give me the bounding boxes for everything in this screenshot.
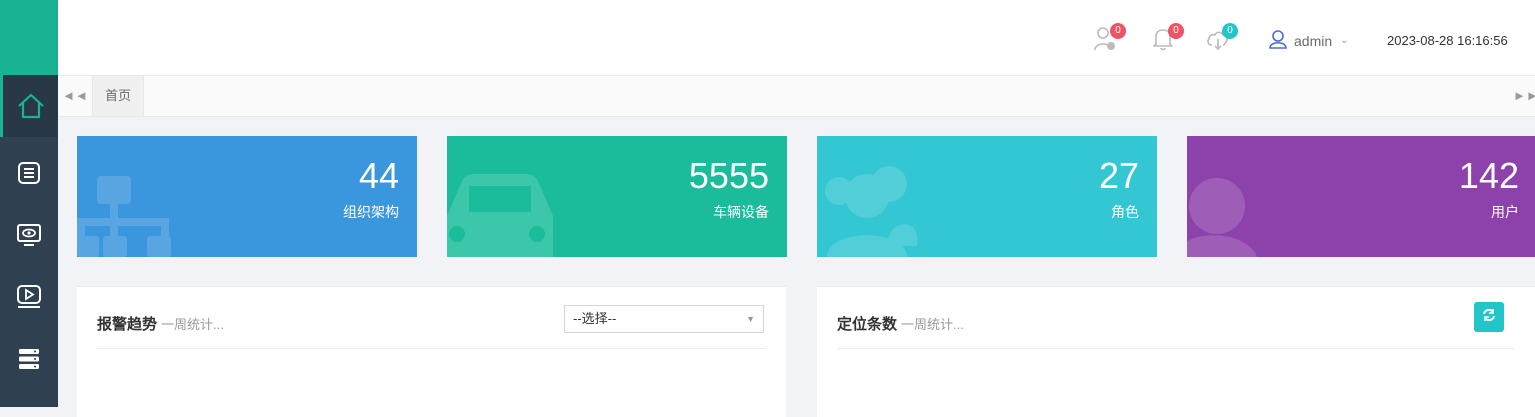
panel-subtitle: 一周统计... <box>901 317 964 332</box>
stat-label: 用户 <box>1491 204 1519 220</box>
cloud-download-icon <box>1205 31 1231 56</box>
cloud-badge: 0 <box>1222 23 1238 39</box>
bell-notification-button[interactable]: 0 <box>1151 23 1184 52</box>
stat-card-vehicle[interactable]: 5555 车辆设备 <box>447 136 787 257</box>
user-icon <box>1268 29 1288 52</box>
monitor-eye-icon <box>16 222 42 248</box>
stat-label: 车辆设备 <box>713 204 769 220</box>
logo <box>0 0 58 75</box>
panel-title-text: 定位条数 <box>837 316 898 333</box>
panel-title: 报警趋势 一周统计... <box>97 313 224 334</box>
alarm-notification-button[interactable]: 0 <box>1093 23 1126 52</box>
home-icon <box>16 91 46 121</box>
stat-value: 27 <box>1098 155 1139 196</box>
location-count-panel: 定位条数 一周统计... <box>817 286 1535 417</box>
cloud-download-button[interactable]: 0 <box>1205 23 1238 52</box>
tab-bar: ◄◄ 首页 ►► <box>58 76 1535 117</box>
refresh-button[interactable] <box>1474 302 1504 332</box>
stat-card-role[interactable]: 27 角色 <box>817 136 1157 257</box>
alarm-user-icon <box>1093 27 1117 56</box>
stat-label: 角色 <box>1111 204 1139 220</box>
server-icon <box>16 346 42 372</box>
alarm-badge: 0 <box>1110 23 1126 39</box>
chevron-down-icon: ⌄ <box>1340 35 1349 46</box>
user-menu[interactable]: admin ⌄ <box>1268 29 1349 52</box>
divider <box>837 348 1515 349</box>
sidebar-item-list[interactable] <box>0 142 58 204</box>
stat-card-org[interactable]: 44 组织架构 <box>77 136 417 257</box>
stat-card-user[interactable]: 142 用户 <box>1187 136 1535 257</box>
panel-title-text: 报警趋势 <box>97 316 158 333</box>
bell-badge: 0 <box>1168 23 1184 39</box>
refresh-icon <box>1482 308 1496 327</box>
divider <box>97 348 766 349</box>
video-playback-icon <box>16 284 42 310</box>
alarm-trend-panel: 报警趋势 一周统计... --选择-- ▼ <box>77 286 786 417</box>
user-name: admin <box>1294 32 1333 49</box>
datetime-display: 2023-08-28 16:16:56 <box>1387 33 1508 48</box>
period-select[interactable]: --选择-- ▼ <box>564 305 764 333</box>
panel-title: 定位条数 一周统计... <box>837 313 964 334</box>
stat-value: 44 <box>358 155 399 196</box>
tab-scroll-left-button[interactable]: ◄◄ <box>58 76 93 116</box>
tab-home[interactable]: 首页 <box>93 76 145 116</box>
sidebar-item-home[interactable] <box>0 75 58 137</box>
sidebar-item-server[interactable] <box>0 328 58 390</box>
stat-value: 5555 <box>688 155 769 196</box>
select-value: --选择-- <box>573 311 617 326</box>
sidebar <box>0 0 58 407</box>
stat-value: 142 <box>1458 155 1519 196</box>
tab-scroll-right-button[interactable]: ►► <box>1513 76 1535 116</box>
panel-subtitle: 一周统计... <box>161 317 224 332</box>
bell-icon <box>1151 29 1175 56</box>
stat-label: 组织架构 <box>343 204 399 220</box>
list-icon <box>16 160 42 186</box>
dropdown-arrow-icon: ▼ <box>746 314 755 324</box>
sidebar-item-monitor[interactable] <box>0 204 58 266</box>
sidebar-item-playback[interactable] <box>0 266 58 328</box>
